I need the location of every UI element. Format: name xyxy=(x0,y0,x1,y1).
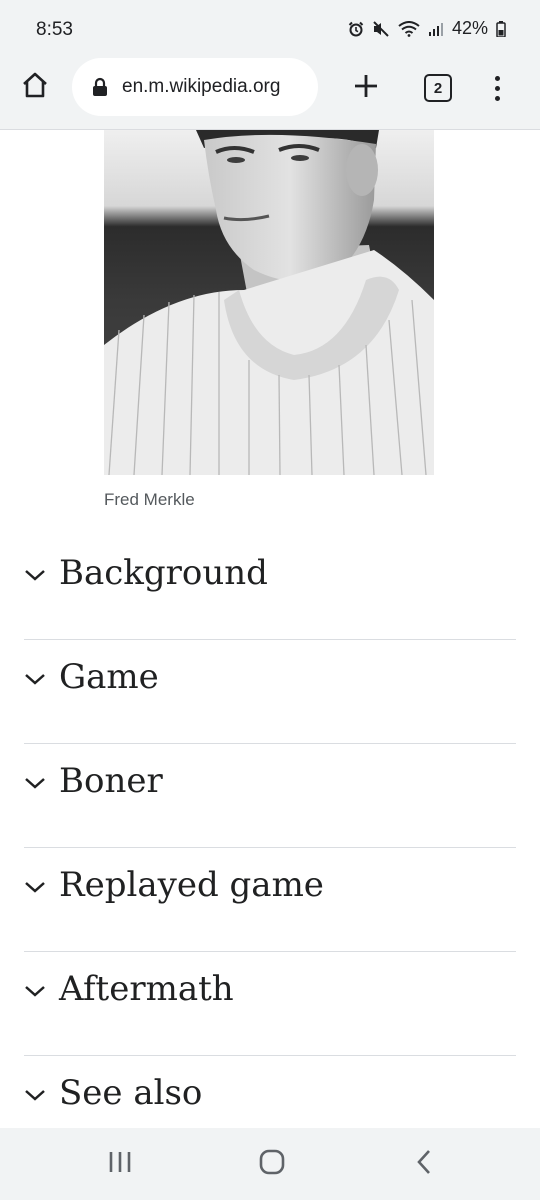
back-button[interactable] xyxy=(404,1148,444,1180)
chevron-down-icon xyxy=(24,776,46,794)
chevron-down-icon xyxy=(24,568,46,586)
system-nav-bar xyxy=(0,1128,540,1200)
home-button[interactable] xyxy=(18,70,52,104)
browser-toolbar: en.m.wikipedia.org 2 xyxy=(0,58,540,130)
url-text: en.m.wikipedia.org xyxy=(122,76,281,97)
chevron-down-icon xyxy=(24,984,46,1002)
image-caption: Fred Merkle xyxy=(104,490,195,509)
section-title: Game xyxy=(59,657,159,697)
article-content: Fred Merkle Background Game Boner Replay… xyxy=(0,130,540,1128)
mute-icon xyxy=(372,20,390,37)
wifi-icon xyxy=(398,20,420,37)
home-nav-button[interactable] xyxy=(252,1148,292,1180)
section-replayed-game[interactable]: Replayed game xyxy=(24,848,516,952)
section-title: Aftermath xyxy=(59,969,234,1009)
section-title: Background xyxy=(59,553,268,593)
chevron-down-icon xyxy=(24,672,46,690)
section-boner[interactable]: Boner xyxy=(24,744,516,848)
tabs-button[interactable]: 2 xyxy=(424,74,452,102)
more-vert-icon[interactable] xyxy=(482,70,512,106)
address-bar[interactable]: en.m.wikipedia.org xyxy=(72,58,318,116)
recents-icon xyxy=(107,1150,133,1179)
section-aftermath[interactable]: Aftermath xyxy=(24,952,516,1056)
plus-icon xyxy=(352,72,380,105)
lock-icon xyxy=(92,76,110,98)
signal-icon xyxy=(428,21,444,37)
tab-count: 2 xyxy=(433,79,443,97)
status-icons: 42% xyxy=(348,18,506,39)
battery-percent: 42% xyxy=(451,18,488,38)
chevron-down-icon xyxy=(24,1088,46,1106)
article-image[interactable] xyxy=(104,130,434,475)
home-circle-icon xyxy=(258,1148,286,1181)
section-title: See also xyxy=(59,1073,203,1113)
section-title: Replayed game xyxy=(59,865,324,905)
home-icon xyxy=(20,70,50,105)
back-icon xyxy=(414,1149,434,1180)
status-time: 8:53 xyxy=(36,19,73,40)
status-bar: 8:53 42% xyxy=(0,0,540,58)
new-tab-button[interactable] xyxy=(348,70,384,106)
section-game[interactable]: Game xyxy=(24,640,516,744)
section-title: Boner xyxy=(59,761,163,801)
section-background[interactable]: Background xyxy=(24,536,516,640)
recents-button[interactable] xyxy=(100,1148,140,1180)
chevron-down-icon xyxy=(24,880,46,898)
alarm-icon xyxy=(348,21,364,37)
section-see-also[interactable]: See also xyxy=(24,1056,516,1128)
battery-icon xyxy=(496,20,506,37)
